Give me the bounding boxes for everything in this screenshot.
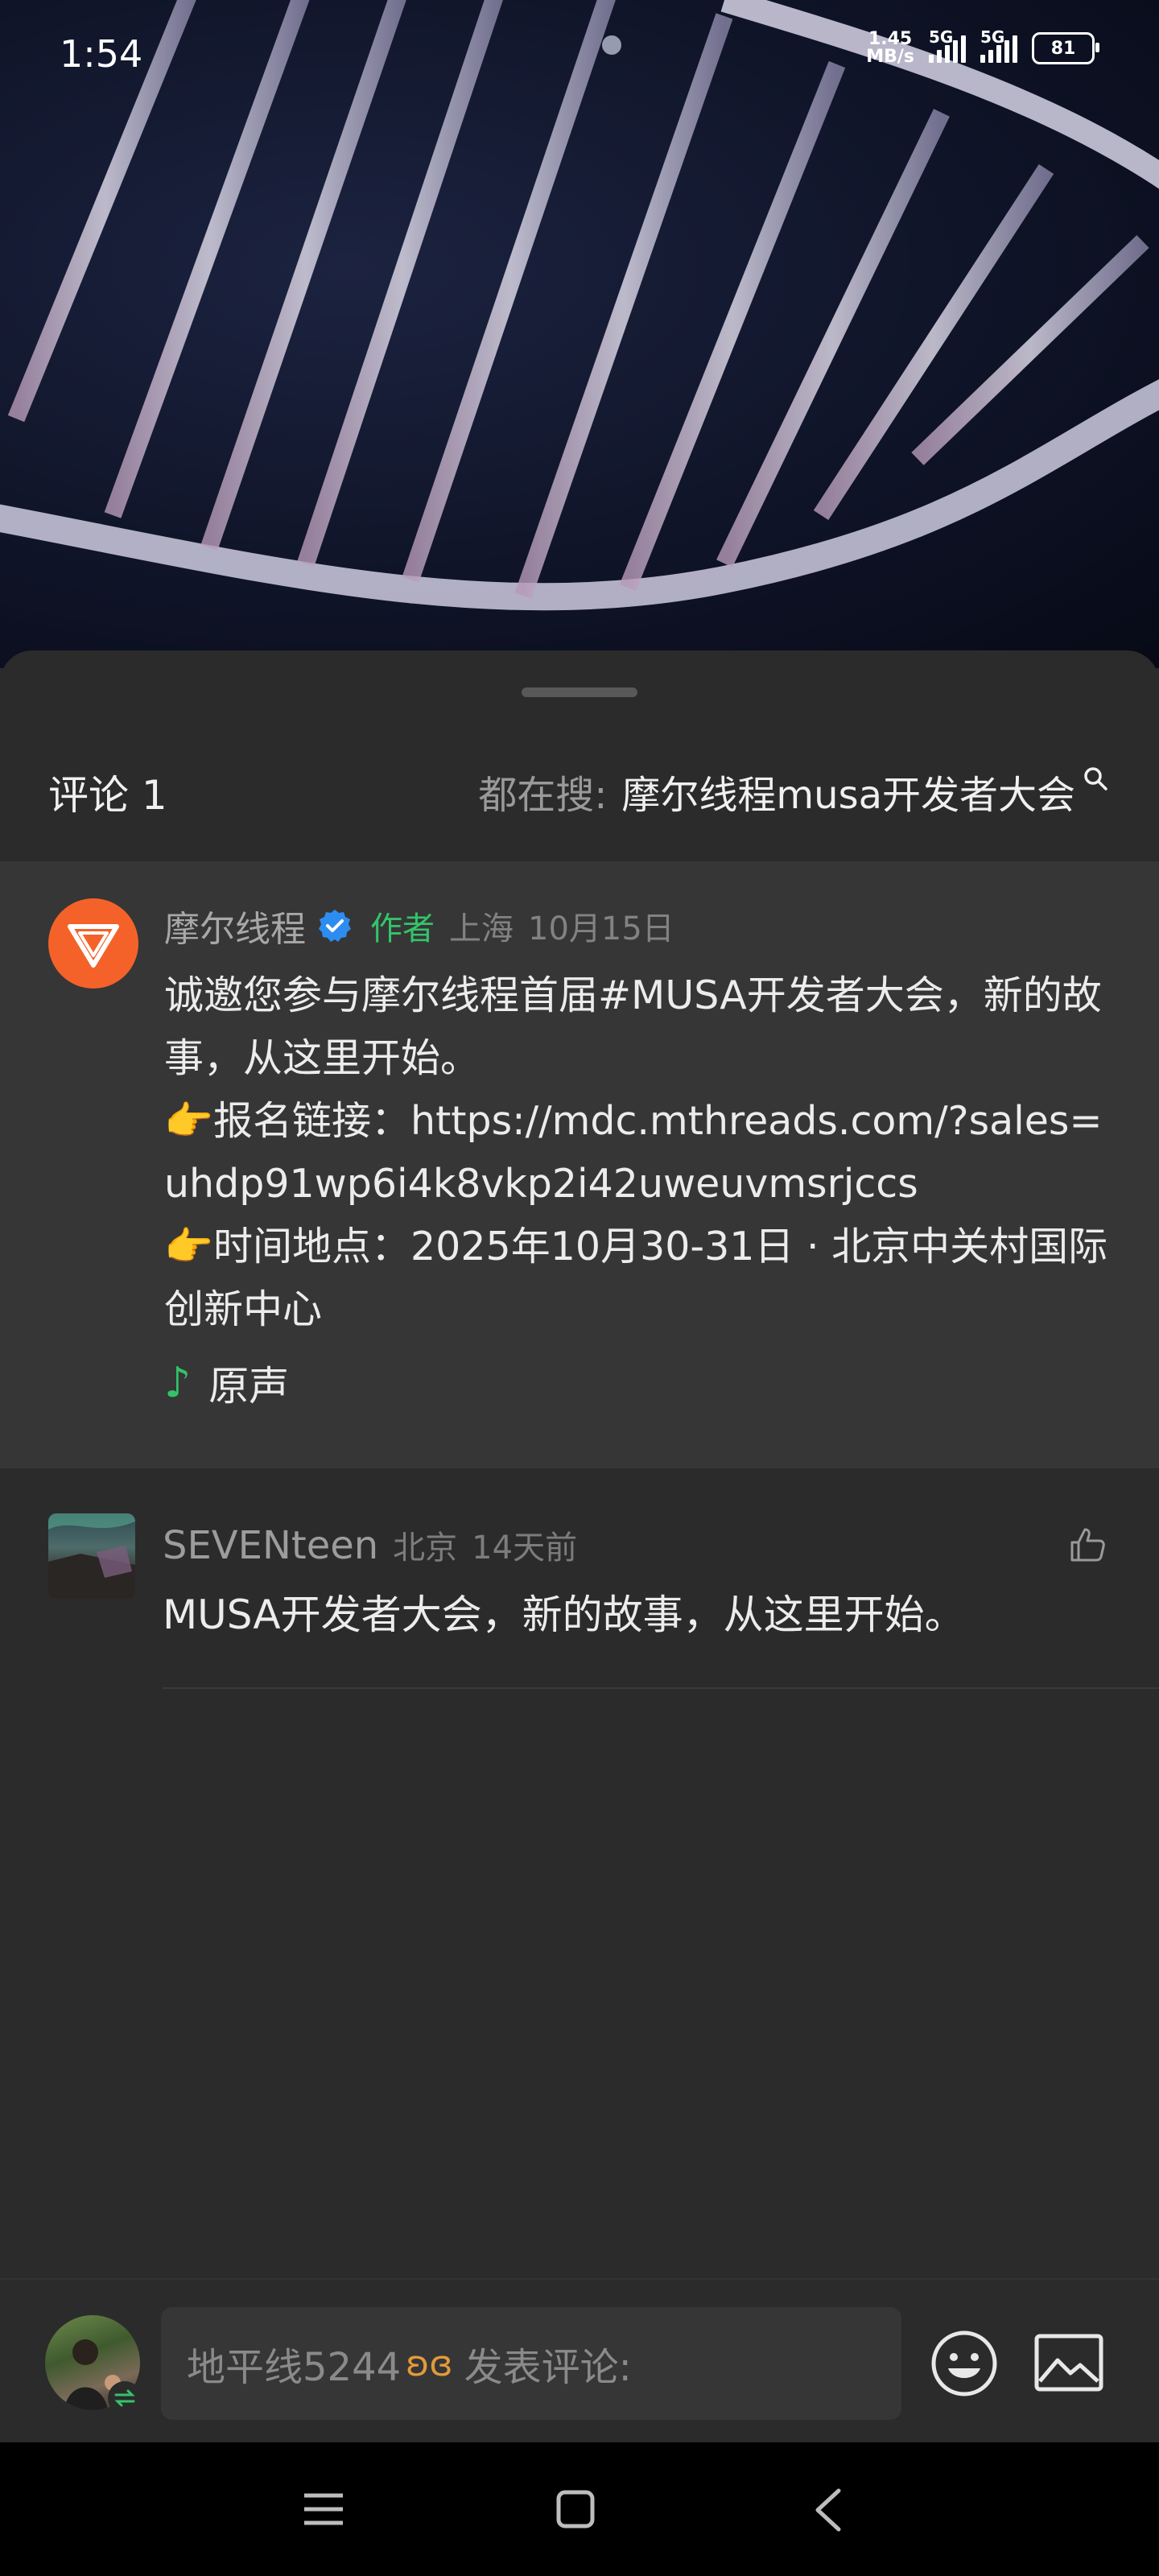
comment-author[interactable]: SEVENteen: [163, 1523, 378, 1568]
comments-header: 评论 1 都在搜: 摩尔线程musa开发者大会: [0, 763, 1159, 860]
status-indicators: 1.45 MB/s 5G 5G 81: [866, 27, 1099, 66]
comment-author[interactable]: 摩尔线程: [164, 900, 306, 952]
status-time: 1:54: [60, 32, 143, 76]
comment-line: 👉时间地点：2025年10月30-31日 · 北京中关村国际创新中心: [164, 1224, 1108, 1332]
comment-date: 10月15日: [528, 910, 674, 947]
status-bar: 1:54 1.45 MB/s 5G 5G 81: [0, 0, 1159, 105]
original-sound-label: 原声: [208, 1363, 290, 1410]
current-user-handle: 地平线5244: [187, 2345, 402, 2390]
trending-search-prefix: 都在搜:: [478, 773, 608, 818]
system-nav-bar: [0, 2442, 1159, 2576]
trending-search-link[interactable]: 都在搜: 摩尔线程musa开发者大会: [478, 763, 1109, 819]
battery-icon: 81: [1032, 32, 1099, 64]
signal-label: 5G: [929, 27, 954, 47]
image-icon[interactable]: [1033, 2331, 1104, 2396]
search-icon: [1084, 767, 1107, 791]
comment-item[interactable]: SEVENteen 北京 14天前 MUSA开发者大会，新的故事，从这里开始。: [0, 1505, 1159, 1690]
comment-input[interactable]: 地平线5244 ʚɞ 发表评论:: [161, 2307, 901, 2420]
comment-location: 上海: [449, 910, 514, 947]
back-icon[interactable]: [808, 2487, 848, 2533]
comment-line-link[interactable]: 👉报名链接：https://mdc.mthreads.com/?sales=uh…: [164, 1090, 1122, 1216]
original-sound-link[interactable]: ♪ 原声: [164, 1354, 289, 1412]
signal-icon: 5G: [929, 27, 966, 63]
moore-threads-logo-icon: [68, 924, 119, 968]
butterfly-icon: ʚɞ: [406, 2343, 453, 2384]
comment-input-bar: 地平线5244 ʚɞ 发表评论:: [0, 2278, 1159, 2444]
signal-icon: 5G: [980, 27, 1017, 63]
comment-location: 北京: [393, 1530, 458, 1567]
comment-header: SEVENteen 北京 14天前: [163, 1521, 577, 1568]
comment-body: MUSA开发者大会，新的故事，从这里开始。: [163, 1591, 965, 1638]
menu-icon[interactable]: [303, 2491, 344, 2528]
comment-time: 14天前: [472, 1530, 578, 1567]
avatar-image: [48, 1513, 135, 1599]
verified-badge-icon: [319, 910, 351, 942]
network-speed-value: 1.45: [868, 29, 913, 49]
author-avatar[interactable]: [48, 898, 138, 989]
network-speed-unit: MB/s: [866, 47, 914, 67]
emoji-icon[interactable]: [929, 2328, 1000, 2399]
comment-line: 诚邀您参与摩尔线程首届#MUSA开发者大会，新的故事，从这里开始。: [164, 972, 1102, 1081]
drag-handle[interactable]: [522, 687, 637, 697]
network-speed: 1.45 MB/s: [866, 31, 914, 66]
comment-input-placeholder: 发表评论:: [464, 2345, 632, 2390]
trending-search-term: 摩尔线程musa开发者大会: [621, 773, 1075, 818]
pinned-comment[interactable]: 摩尔线程 作者 上海 10月15日 诚邀您参与摩尔线程首届#MUSA开发者大会，…: [0, 861, 1159, 1468]
like-icon[interactable]: [1067, 1525, 1107, 1565]
comment-header: 摩尔线程 作者 上海 10月15日: [164, 900, 674, 952]
comment-body: 诚邀您参与摩尔线程首届#MUSA开发者大会，新的故事，从这里开始。 👉报名链接：…: [164, 964, 1122, 1341]
swap-arrows-icon: [114, 2389, 135, 2407]
home-icon[interactable]: [555, 2489, 596, 2529]
battery-level: 81: [1050, 38, 1076, 59]
comment-count: 评论 1: [48, 772, 167, 819]
switch-account-icon[interactable]: [108, 2381, 142, 2415]
signal-label: 5G: [980, 27, 1005, 47]
music-note-icon: ♪: [164, 1359, 192, 1407]
divider: [163, 1687, 1159, 1689]
commenter-avatar[interactable]: [48, 1513, 135, 1599]
author-tag: 作者: [370, 910, 435, 947]
